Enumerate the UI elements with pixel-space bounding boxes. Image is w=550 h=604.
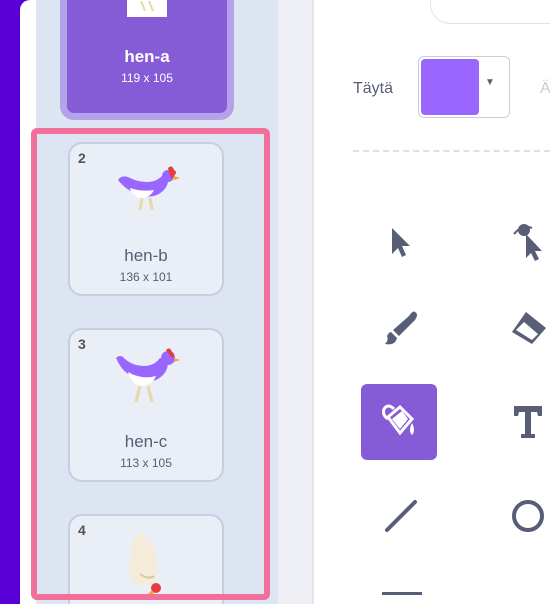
eraser-icon <box>512 312 546 344</box>
costume-dimensions: 119 x 105 <box>121 71 173 85</box>
panel-divider <box>312 0 314 604</box>
costume-dimensions: 113 x 105 <box>120 456 172 470</box>
chevron-down-icon[interactable]: ▼ <box>485 77 495 88</box>
circle-tool-button[interactable] <box>490 478 550 554</box>
text-t-icon <box>514 406 542 438</box>
rectangle-tool-partial[interactable] <box>382 592 422 595</box>
reshape-tool-button[interactable] <box>490 204 550 280</box>
toolbar-divider <box>353 150 550 152</box>
costume-number: 2 <box>78 150 86 166</box>
fill-color-swatch[interactable] <box>421 59 479 115</box>
hen-d-thumbnail-icon <box>129 533 161 596</box>
outline-label: Ää <box>540 80 550 97</box>
costume-tile-4[interactable]: 4 <box>68 514 224 604</box>
paint-editor-window: hen-a 119 x 105 2 hen-b 136 x 101 3 hen-… <box>20 0 550 604</box>
fill-label: Täytä <box>353 80 394 97</box>
hen-b-thumbnail-icon <box>118 166 180 211</box>
brush-tool-button[interactable] <box>363 290 439 366</box>
hen-a-thumbnail-icon <box>127 0 167 17</box>
brush-icon <box>385 311 417 345</box>
costume-name: hen-c <box>124 432 168 451</box>
select-tool-button[interactable] <box>363 204 439 280</box>
costume-name-field[interactable] <box>430 0 550 24</box>
fill-bucket-icon <box>382 404 415 436</box>
editor-gutter <box>278 0 314 604</box>
costume-name: hen-b <box>124 246 168 265</box>
hen-c-thumbnail-icon <box>116 348 180 403</box>
arrow-cursor-icon <box>392 228 410 257</box>
costume-name: hen-a <box>124 47 170 66</box>
costume-tile-hen-c[interactable]: 3 hen-c 113 x 105 <box>68 328 224 482</box>
eraser-tool-button[interactable] <box>490 290 550 366</box>
costume-tile-hen-b[interactable]: 2 hen-b 136 x 101 <box>68 142 224 296</box>
circle-icon <box>512 500 544 532</box>
fill-tool-button[interactable] <box>361 384 437 460</box>
costume-dimensions: 136 x 101 <box>119 270 173 284</box>
fill-color-picker[interactable]: ▼ <box>418 56 510 118</box>
costume-number: 4 <box>78 522 86 538</box>
reshape-cursor-icon <box>513 224 542 261</box>
text-tool-button[interactable] <box>490 384 550 460</box>
line-tool-button[interactable] <box>363 478 439 554</box>
line-icon <box>385 500 417 532</box>
costume-tile-hen-a[interactable]: hen-a 119 x 105 <box>60 0 234 120</box>
costume-number: 3 <box>78 336 86 352</box>
